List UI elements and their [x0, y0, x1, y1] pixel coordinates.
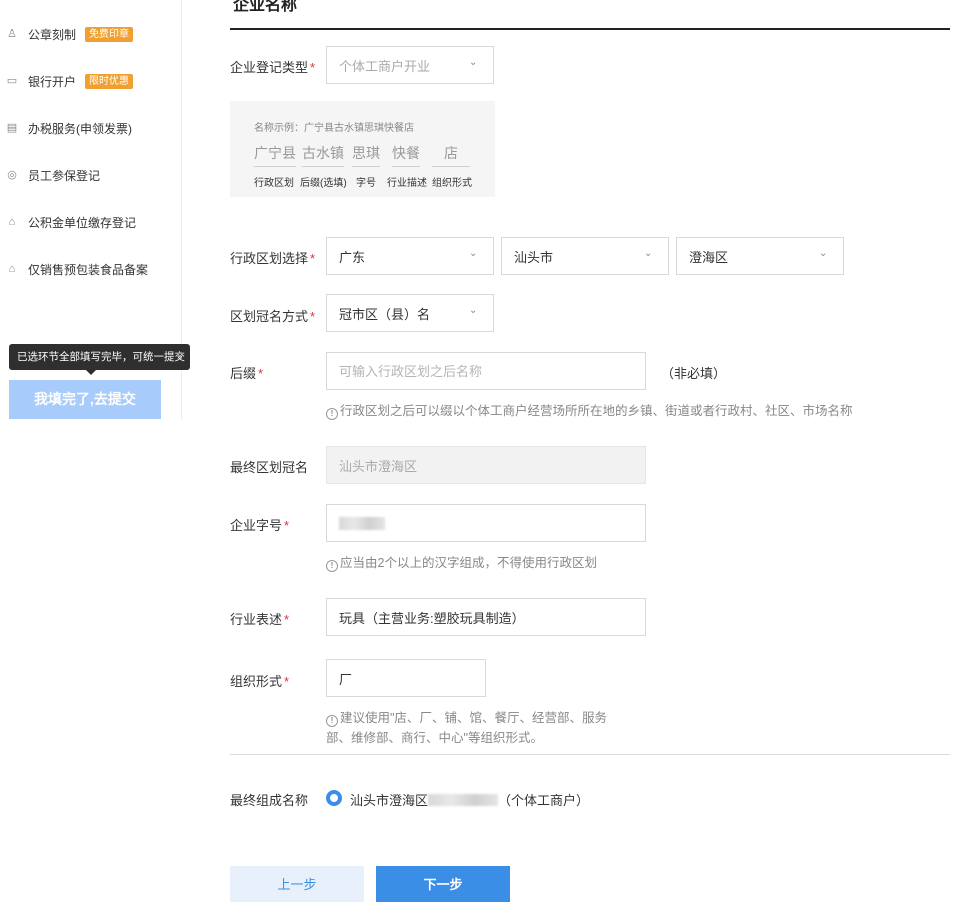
- name-example: 名称示例：广宁县古水镇思琪快餐店 广宁县 古水镇 思琪 快餐 店 行政区划 后缀…: [230, 101, 495, 197]
- section-divider: [230, 754, 950, 755]
- naming-method-select[interactable]: 冠市区（县）名 ⌄: [326, 294, 494, 332]
- sidebar-item-housing-fund[interactable]: ⌂ 公积金单位缴存登记: [0, 207, 180, 237]
- chevron-down-icon: ⌄: [469, 248, 478, 259]
- sidebar-item-label: 银行开户: [28, 74, 77, 89]
- sidebar-item-bank-account[interactable]: ▭ 银行开户 限时优惠: [0, 66, 180, 96]
- previous-step-button[interactable]: 上一步: [230, 866, 364, 902]
- chevron-down-icon: ⌄: [469, 305, 478, 316]
- tooltip-text: 已选环节全部填写完毕，可统一提交: [17, 351, 185, 363]
- shield-icon: ◎: [7, 169, 17, 181]
- close-icon[interactable]: ×: [177, 344, 183, 370]
- sidebar-item-insurance[interactable]: ◎ 员工参保登记: [0, 160, 180, 190]
- page-title: 企业名称: [233, 0, 298, 14]
- final-region-label: 最终区划冠名: [230, 460, 309, 475]
- example-part: 店: [432, 143, 470, 167]
- final-region-field: [326, 446, 646, 484]
- example-part-caption: 行业描述: [387, 178, 427, 189]
- org-form-input[interactable]: [326, 659, 486, 697]
- district-select[interactable]: 澄海区 ⌄: [676, 237, 844, 275]
- info-icon: !: [326, 560, 338, 572]
- sidebar-item-label: 公章刻制: [28, 27, 77, 42]
- org-form-hint-continued: 部、维修部、商行、中心"等组织形式。: [326, 731, 543, 745]
- final-name-text: 汕头市澄海区 （个体工商户）: [350, 790, 589, 809]
- org-form-hint: ! 建议使用"店、厂、铺、馆、餐厅、经营部、服务: [326, 707, 607, 727]
- stamp-icon: ♙: [7, 28, 17, 40]
- org-form-label: 组织形式 *: [230, 674, 290, 689]
- house-icon: ⌂: [8, 263, 16, 275]
- example-part-caption: 组织形式: [432, 178, 472, 189]
- required-mark: *: [284, 612, 290, 627]
- trade-name-input[interactable]: [326, 504, 646, 542]
- sidebar-item-stamp[interactable]: ♙ 公章刻制 免费印章: [0, 19, 180, 49]
- redacted-value: [339, 516, 385, 530]
- reg-type-value: 个体工商户开业: [339, 58, 431, 74]
- final-name-prefix: 汕头市澄海区: [350, 793, 429, 808]
- region-label: 行政区划选择 *: [230, 251, 316, 266]
- sidebar-item-tax-service[interactable]: ▤ 办税服务(申领发票): [0, 113, 180, 143]
- province-select[interactable]: 广东 ⌄: [326, 237, 494, 275]
- required-mark: *: [310, 309, 316, 324]
- district-value: 澄海区: [689, 249, 729, 265]
- example-part-caption: 后缀(选填): [300, 178, 347, 189]
- sidebar-item-label: 员工参保登记: [28, 168, 101, 183]
- bank-card-icon: ▭: [6, 75, 18, 87]
- city-value: 汕头市: [514, 249, 554, 265]
- required-mark: *: [258, 366, 264, 381]
- trade-name-label: 企业字号 *: [230, 518, 290, 533]
- suffix-input[interactable]: [326, 352, 646, 390]
- invoice-icon: ▤: [6, 122, 18, 134]
- industry-input[interactable]: [326, 598, 646, 636]
- province-value: 广东: [339, 249, 366, 265]
- chevron-down-icon: ⌄: [819, 248, 828, 259]
- redacted-value: [428, 794, 499, 806]
- trade-name-hint: ! 应当由2个以上的汉字组成，不得使用行政区划: [326, 552, 597, 572]
- example-part-caption: 字号: [356, 178, 376, 189]
- example-caption: 名称示例：广宁县古水镇思琪快餐店: [254, 123, 414, 134]
- chevron-down-icon: ⌄: [469, 57, 478, 68]
- info-icon: !: [326, 408, 338, 420]
- free-seal-badge: 免费印章: [85, 26, 133, 42]
- final-name-label: 最终组成名称: [230, 793, 309, 808]
- industry-label: 行业表述 *: [230, 612, 290, 627]
- required-mark: *: [284, 518, 290, 533]
- sidebar-item-label: 办税服务(申领发票): [28, 121, 132, 136]
- required-mark: *: [310, 60, 316, 75]
- tooltip-arrow: [86, 370, 96, 375]
- done-submit-button[interactable]: 我填完了,去提交: [9, 380, 161, 419]
- example-part: 思琪: [352, 143, 380, 167]
- title-divider: [230, 28, 950, 30]
- city-select[interactable]: 汕头市 ⌄: [501, 237, 669, 275]
- sidebar-item-food-filing[interactable]: ⌂ 仅销售预包装食品备案: [0, 254, 180, 284]
- limited-offer-badge: 限时优惠: [85, 73, 133, 89]
- house-icon: ⌂: [8, 216, 16, 228]
- next-step-button[interactable]: 下一步: [376, 866, 510, 902]
- naming-method-value: 冠市区（县）名: [339, 306, 431, 322]
- info-icon: !: [326, 715, 338, 727]
- optional-note: （非必填）: [661, 366, 727, 381]
- required-mark: *: [284, 674, 290, 689]
- sidebar-item-label: 公积金单位缴存登记: [28, 215, 137, 230]
- final-name-suffix: （个体工商户）: [498, 793, 590, 808]
- final-name-radio[interactable]: [326, 790, 342, 806]
- chevron-down-icon: ⌄: [644, 248, 653, 259]
- example-part: 广宁县: [254, 143, 296, 167]
- naming-method-label: 区划冠名方式 *: [230, 309, 316, 324]
- suffix-label: 后缀 *: [230, 366, 264, 381]
- example-part-caption: 行政区划: [254, 178, 294, 189]
- reg-type-select[interactable]: 个体工商户开业 ⌄: [326, 46, 494, 84]
- required-mark: *: [310, 251, 316, 266]
- submit-tooltip: 已选环节全部填写完毕，可统一提交 ×: [9, 344, 190, 375]
- suffix-hint: ! 行政区划之后可以缀以个体工商户经营场所所在地的乡镇、街道或者行政村、社区、市场…: [326, 400, 853, 420]
- reg-type-label: 企业登记类型 *: [230, 60, 316, 75]
- example-part: 古水镇: [302, 143, 344, 167]
- sidebar-item-label: 仅销售预包装食品备案: [28, 262, 149, 277]
- example-part: 快餐: [392, 143, 420, 167]
